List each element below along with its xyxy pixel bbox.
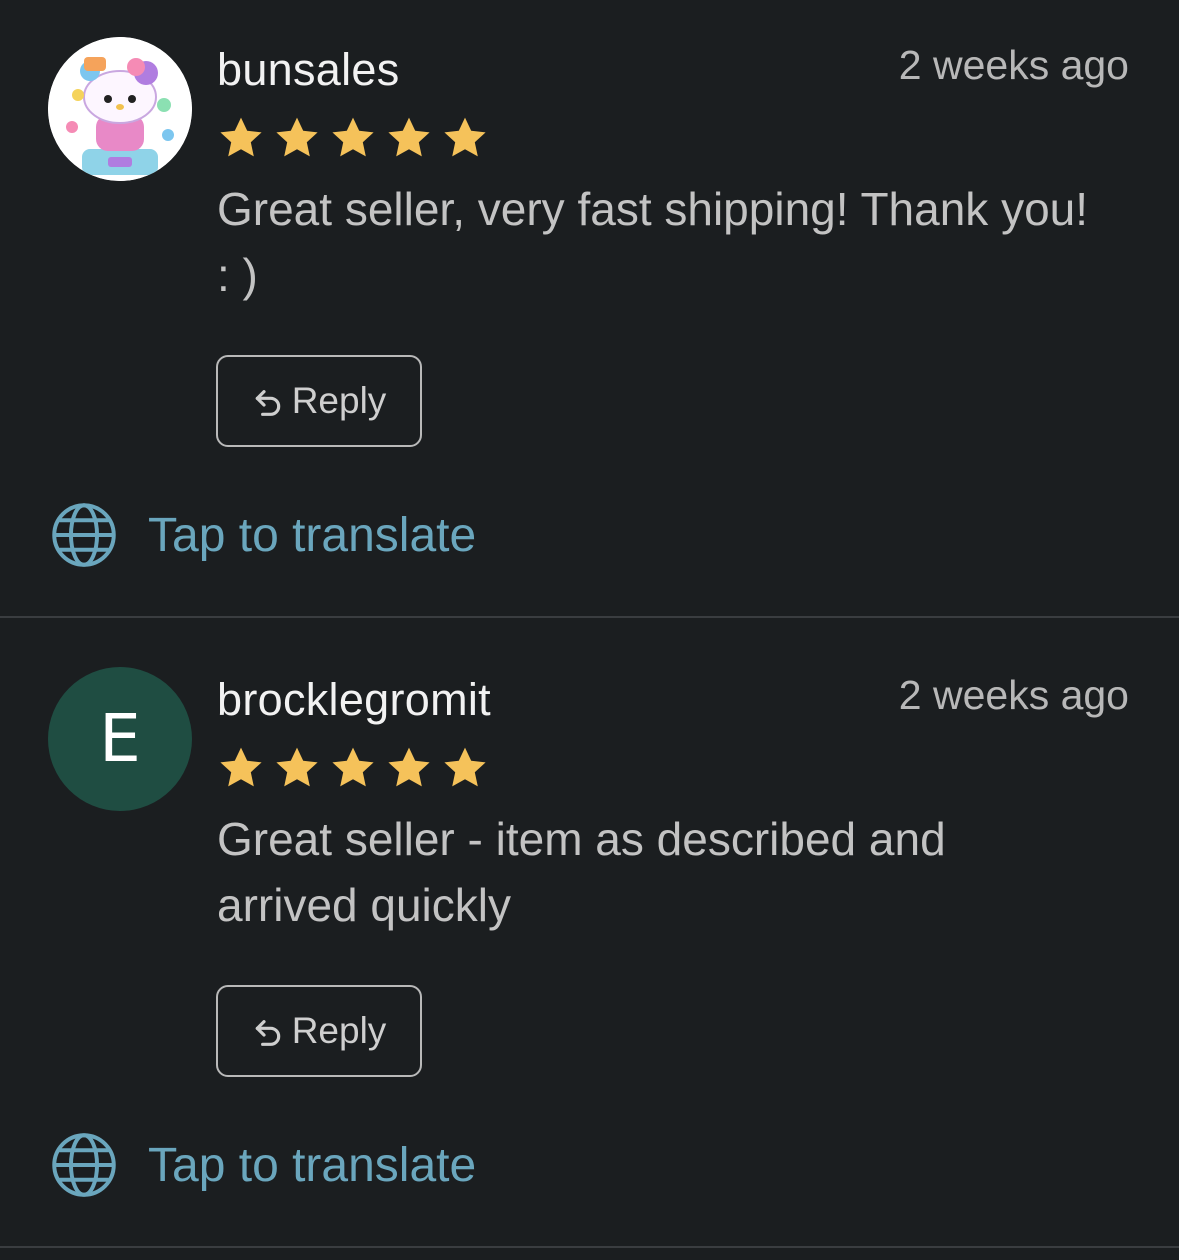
- globe-icon: [52, 1133, 116, 1197]
- star-icon: [276, 117, 318, 157]
- reply-button[interactable]: Reply: [216, 355, 422, 447]
- translate-link[interactable]: Tap to translate: [50, 1130, 476, 1200]
- reply-arrow-icon: [255, 390, 280, 416]
- globe-icon: [52, 503, 116, 567]
- reply-label: Reply: [291, 380, 387, 421]
- review-comment: Great seller - item as described and arr…: [217, 813, 946, 931]
- reply-label: Reply: [291, 1010, 387, 1051]
- star-icon: [332, 117, 374, 157]
- review-divider: [0, 616, 1179, 618]
- star-icon: [276, 747, 318, 787]
- user-avatar[interactable]: E: [48, 667, 192, 811]
- star-icon: [220, 747, 262, 787]
- review-timestamp: 2 weeks ago: [898, 42, 1129, 88]
- star-icon: [388, 117, 430, 157]
- translate-label: Tap to translate: [148, 1138, 477, 1192]
- review-comment: Great seller, very fast shipping! Thank …: [217, 183, 1089, 301]
- review-divider: [0, 1246, 1179, 1248]
- star-rating: [217, 744, 489, 796]
- translate-label: Tap to translate: [148, 508, 477, 562]
- review-timestamp: 2 weeks ago: [898, 672, 1129, 718]
- review-username[interactable]: brocklegromit: [217, 674, 491, 726]
- star-icon: [444, 747, 486, 787]
- reply-arrow-icon: [255, 1020, 280, 1046]
- star-icon: [220, 117, 262, 157]
- reply-button[interactable]: Reply: [216, 985, 422, 1077]
- star-icon: [388, 747, 430, 787]
- review-item: E brocklegromit 2 weeks ago Great seller…: [0, 630, 1179, 1260]
- review-item: bunsales 2 weeks ago Great seller, very …: [0, 0, 1179, 630]
- user-avatar[interactable]: [48, 37, 192, 181]
- avatar-illustration: [48, 37, 192, 181]
- translate-link[interactable]: Tap to translate: [50, 500, 476, 570]
- star-icon: [444, 117, 486, 157]
- review-username[interactable]: bunsales: [217, 44, 400, 96]
- star-rating: [217, 114, 489, 166]
- star-icon: [332, 747, 374, 787]
